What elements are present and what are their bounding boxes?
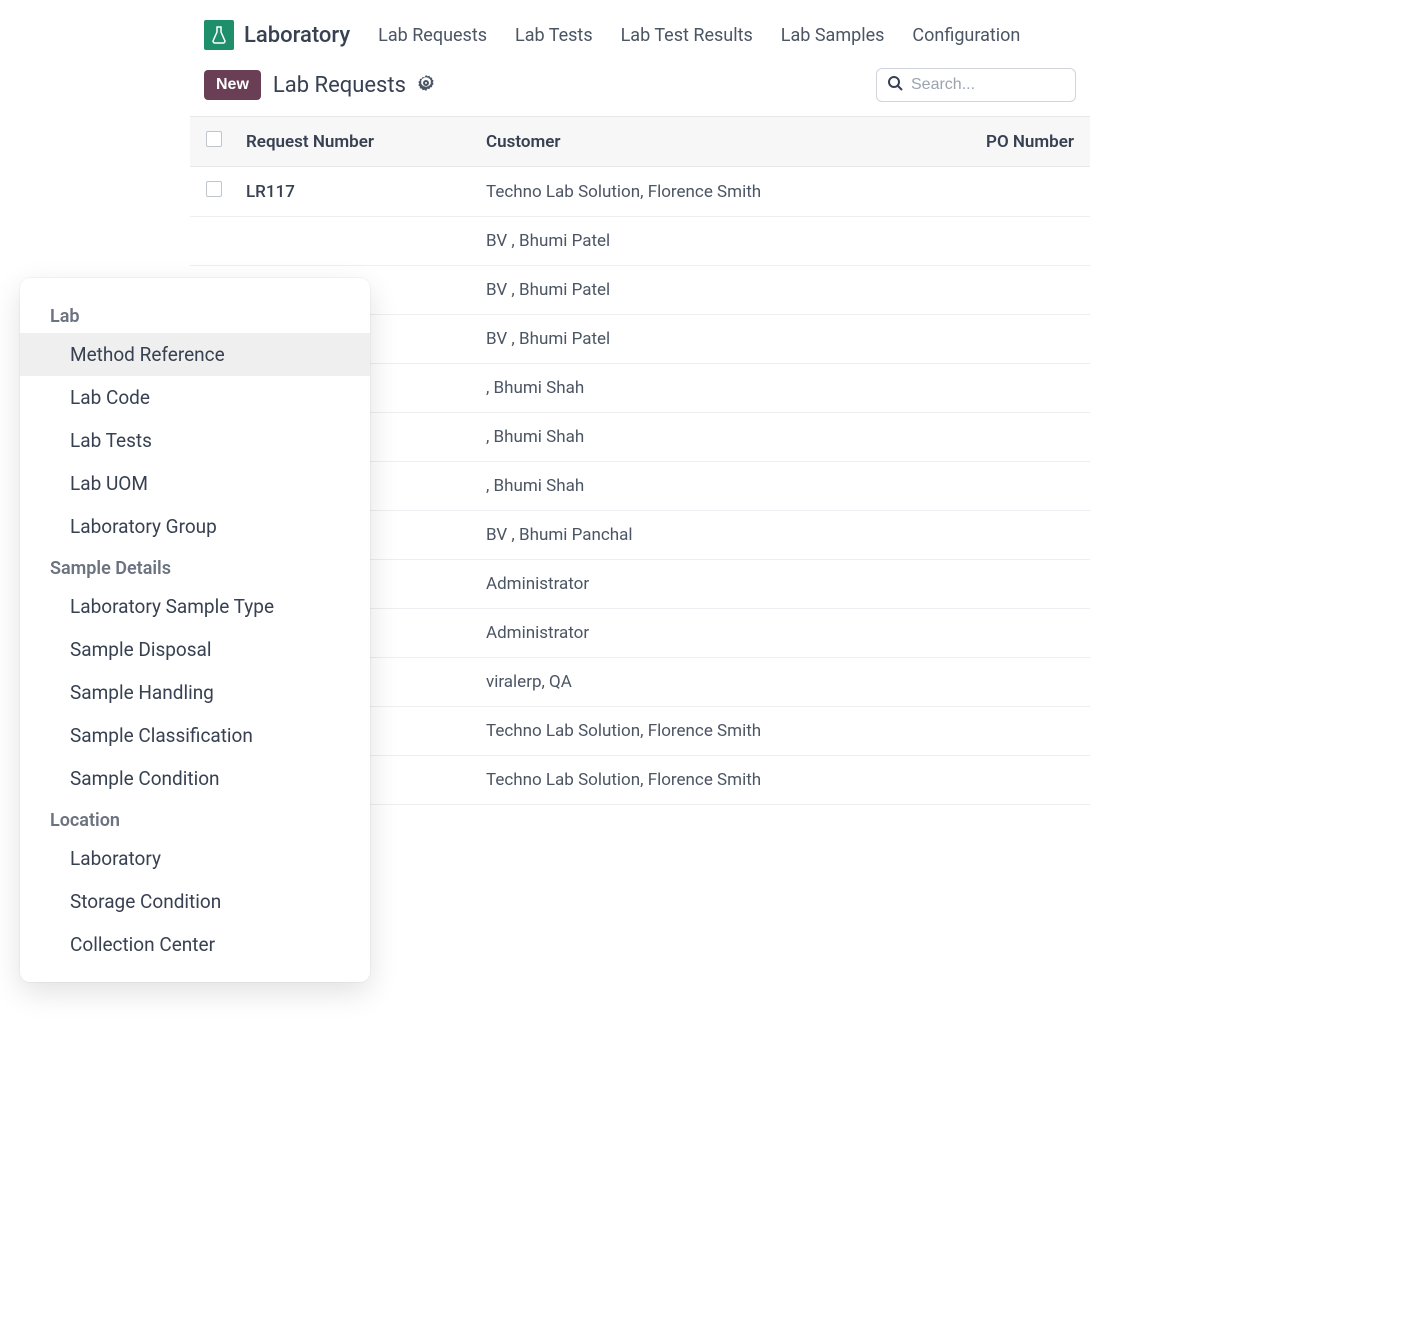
configuration-dropdown: LabMethod ReferenceLab CodeLab TestsLab …	[20, 278, 370, 982]
dropdown-item[interactable]: Sample Disposal	[20, 628, 370, 671]
dropdown-item[interactable]: Sample Handling	[20, 671, 370, 714]
cell-customer: Administrator	[486, 574, 954, 594]
top-nav: Laboratory Lab Requests Lab Tests Lab Te…	[190, 12, 1090, 58]
cell-customer: viralerp, QA	[486, 672, 954, 692]
dropdown-item[interactable]: Lab Code	[20, 376, 370, 419]
cell-customer: Techno Lab Solution, Florence Smith	[486, 770, 954, 790]
brand-title: Laboratory	[244, 23, 350, 48]
cell-customer: Techno Lab Solution, Florence Smith	[486, 182, 954, 202]
dropdown-item[interactable]: Lab Tests	[20, 419, 370, 462]
dropdown-item[interactable]: Method Reference	[20, 333, 370, 376]
nav-lab-test-results[interactable]: Lab Test Results	[621, 25, 753, 46]
gear-icon[interactable]	[418, 75, 434, 95]
flask-icon	[204, 20, 234, 50]
dropdown-item[interactable]: Sample Classification	[20, 714, 370, 757]
search-input[interactable]	[911, 76, 1065, 94]
cell-customer: BV , Bhumi Patel	[486, 280, 954, 300]
col-header-customer[interactable]: Customer	[486, 132, 954, 152]
nav-configuration[interactable]: Configuration	[912, 25, 1020, 46]
search-icon	[887, 75, 903, 95]
dropdown-item[interactable]: Laboratory Group	[20, 505, 370, 548]
table-row[interactable]: BV , Bhumi Patel	[190, 217, 1090, 266]
brand: Laboratory	[204, 20, 350, 50]
cell-request-number: LR117	[246, 182, 486, 202]
cell-customer: , Bhumi Shah	[486, 427, 954, 447]
page-title: Lab Requests	[273, 73, 406, 98]
table-row[interactable]: LR117Techno Lab Solution, Florence Smith	[190, 167, 1090, 217]
cell-customer: BV , Bhumi Patel	[486, 329, 954, 349]
cell-customer: , Bhumi Shah	[486, 378, 954, 398]
dropdown-item[interactable]: Lab UOM	[20, 462, 370, 505]
nav-lab-tests[interactable]: Lab Tests	[515, 25, 593, 46]
dropdown-section-title: Location	[20, 800, 370, 837]
cell-customer: BV , Bhumi Panchal	[486, 525, 954, 545]
col-header-po-number[interactable]: PO Number	[954, 132, 1074, 152]
dropdown-item[interactable]: Sample Condition	[20, 757, 370, 800]
cell-customer: , Bhumi Shah	[486, 476, 954, 496]
subheader: New Lab Requests	[190, 58, 1090, 116]
dropdown-section-title: Sample Details	[20, 548, 370, 585]
cell-customer: BV , Bhumi Patel	[486, 231, 954, 251]
new-button[interactable]: New	[204, 70, 261, 100]
dropdown-item[interactable]: Storage Condition	[20, 880, 370, 923]
nav-lab-samples[interactable]: Lab Samples	[781, 25, 885, 46]
cell-customer: Techno Lab Solution, Florence Smith	[486, 721, 954, 741]
row-checkbox[interactable]	[206, 181, 222, 197]
select-all-checkbox[interactable]	[206, 131, 222, 147]
dropdown-item[interactable]: Collection Center	[20, 923, 370, 966]
dropdown-section-title: Lab	[20, 296, 370, 333]
cell-customer: Administrator	[486, 623, 954, 643]
search-box[interactable]	[876, 68, 1076, 102]
nav-lab-requests[interactable]: Lab Requests	[378, 25, 487, 46]
dropdown-item[interactable]: Laboratory Sample Type	[20, 585, 370, 628]
col-header-request-number[interactable]: Request Number	[246, 132, 486, 152]
table-header: Request Number Customer PO Number	[190, 117, 1090, 167]
dropdown-item[interactable]: Laboratory	[20, 837, 370, 880]
